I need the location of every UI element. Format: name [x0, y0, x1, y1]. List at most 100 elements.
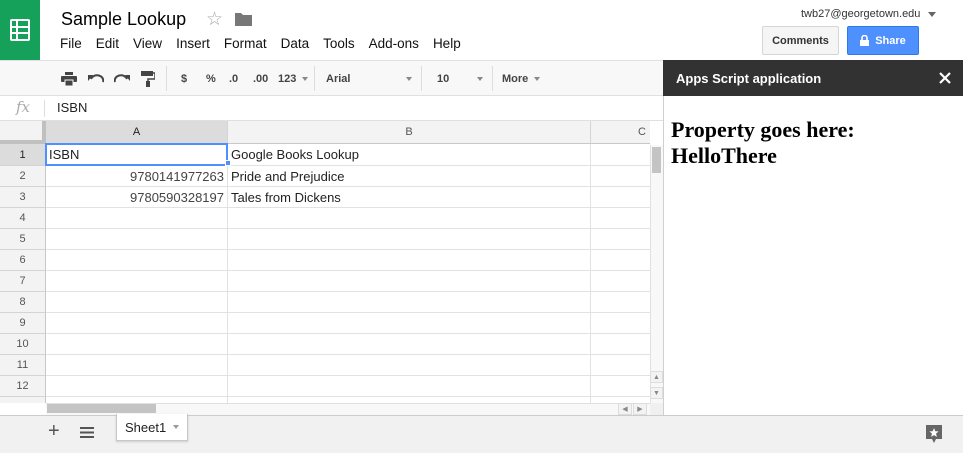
cell-c1[interactable]: [591, 144, 650, 166]
undo-icon[interactable]: [88, 61, 104, 96]
row-header[interactable]: 5: [0, 229, 46, 250]
increase-decimal-button[interactable]: .00: [253, 61, 268, 96]
font-family-label: Arial: [326, 72, 351, 85]
sheet-tab-label: Sheet1: [125, 419, 167, 435]
share-button[interactable]: Share: [847, 26, 919, 55]
row-header[interactable]: 7: [0, 271, 46, 292]
menu-insert[interactable]: Insert: [176, 36, 210, 51]
cell-b1[interactable]: Google Books Lookup: [228, 144, 591, 166]
cell[interactable]: [228, 355, 591, 376]
row-header[interactable]: 6: [0, 250, 46, 271]
row-header[interactable]: 8: [0, 292, 46, 313]
sheet-tab-sheet1[interactable]: Sheet1: [116, 414, 188, 441]
scroll-down-icon[interactable]: ▼: [650, 387, 663, 399]
column-header-a[interactable]: A: [46, 121, 228, 144]
vertical-scrollbar[interactable]: [650, 145, 663, 403]
menu-help[interactable]: Help: [433, 36, 461, 51]
row-header[interactable]: 12: [0, 376, 46, 397]
cell-c3[interactable]: [591, 187, 650, 208]
cell[interactable]: [228, 229, 591, 250]
cell[interactable]: [228, 334, 591, 355]
cell[interactable]: [591, 292, 650, 313]
chevron-down-icon: [534, 76, 541, 81]
horizontal-scroll-thumb[interactable]: [47, 404, 156, 413]
menu-format[interactable]: Format: [224, 36, 267, 51]
cell[interactable]: [591, 229, 650, 250]
cell-b2[interactable]: Pride and Prejudice: [228, 166, 591, 187]
cell[interactable]: [228, 250, 591, 271]
toolbar-divider: [492, 66, 493, 91]
cell-a2[interactable]: 9780141977263: [46, 166, 228, 187]
row-header[interactable]: 1: [0, 144, 46, 166]
cell[interactable]: [46, 250, 228, 271]
row-header[interactable]: 10: [0, 334, 46, 355]
cell[interactable]: [46, 292, 228, 313]
menu-data[interactable]: Data: [281, 36, 310, 51]
comments-button[interactable]: Comments: [762, 26, 839, 55]
chevron-down-icon[interactable]: [173, 425, 180, 429]
print-icon[interactable]: [61, 61, 77, 96]
formula-input[interactable]: ISBN: [57, 100, 87, 115]
cell-b3[interactable]: Tales from Dickens: [228, 187, 591, 208]
cell[interactable]: [591, 376, 650, 397]
cell[interactable]: [591, 208, 650, 229]
sheets-logo-icon[interactable]: [0, 0, 40, 60]
column-header-c[interactable]: C: [591, 121, 650, 144]
menu-view[interactable]: View: [133, 36, 162, 51]
decrease-decimal-button[interactable]: .0: [229, 61, 238, 96]
menu-tools[interactable]: Tools: [323, 36, 355, 51]
cell[interactable]: [46, 334, 228, 355]
paint-format-icon[interactable]: [141, 61, 155, 96]
close-icon[interactable]: [937, 70, 953, 86]
cell[interactable]: [46, 271, 228, 292]
redo-icon[interactable]: [114, 61, 130, 96]
column-header-b[interactable]: B: [228, 121, 591, 144]
all-sheets-list-icon[interactable]: [80, 426, 94, 441]
number-format-dropdown[interactable]: 123: [278, 61, 309, 96]
cell-c2[interactable]: [591, 166, 650, 187]
scroll-up-icon[interactable]: ▲: [650, 371, 663, 383]
menu-file[interactable]: File: [60, 36, 82, 51]
folder-icon[interactable]: [235, 12, 252, 29]
row-header[interactable]: 4: [0, 208, 46, 229]
cell[interactable]: [228, 208, 591, 229]
font-family-dropdown[interactable]: Arial: [326, 61, 412, 96]
cell[interactable]: [591, 271, 650, 292]
row-header[interactable]: 3: [0, 187, 46, 208]
explore-icon[interactable]: [925, 424, 943, 447]
cell[interactable]: [46, 376, 228, 397]
cell[interactable]: [228, 313, 591, 334]
menu-addons[interactable]: Add-ons: [369, 36, 419, 51]
menu-edit[interactable]: Edit: [96, 36, 119, 51]
row-header[interactable]: 2: [0, 166, 46, 187]
cell[interactable]: [46, 208, 228, 229]
star-icon[interactable]: ☆: [206, 8, 223, 31]
scroll-right-icon[interactable]: ▶: [633, 403, 647, 415]
add-sheet-icon[interactable]: +: [48, 420, 60, 443]
document-title[interactable]: Sample Lookup: [61, 9, 186, 30]
cell[interactable]: [591, 334, 650, 355]
cell[interactable]: [591, 355, 650, 376]
scroll-left-icon[interactable]: ◀: [618, 403, 632, 415]
more-dropdown[interactable]: More: [502, 61, 541, 96]
cell[interactable]: [228, 271, 591, 292]
currency-format-button[interactable]: $: [181, 61, 187, 96]
cell[interactable]: [591, 313, 650, 334]
row-header[interactable]: 11: [0, 355, 46, 376]
cell[interactable]: [591, 250, 650, 271]
account-switcher[interactable]: twb27@georgetown.edu: [801, 8, 937, 20]
sidebar-panel: [663, 60, 963, 415]
cell[interactable]: [46, 229, 228, 250]
fill-handle[interactable]: [225, 160, 231, 166]
cell[interactable]: [228, 376, 591, 397]
cell[interactable]: [46, 313, 228, 334]
cell[interactable]: [228, 292, 591, 313]
row-header[interactable]: 9: [0, 313, 46, 334]
vertical-scroll-thumb[interactable]: [652, 147, 661, 173]
number-format-label: 123: [278, 72, 297, 85]
select-all-corner[interactable]: [0, 121, 46, 144]
percent-format-button[interactable]: %: [206, 61, 216, 96]
cell[interactable]: [46, 355, 228, 376]
cell-a3[interactable]: 9780590328197: [46, 187, 228, 208]
font-size-dropdown[interactable]: 10: [437, 61, 483, 96]
